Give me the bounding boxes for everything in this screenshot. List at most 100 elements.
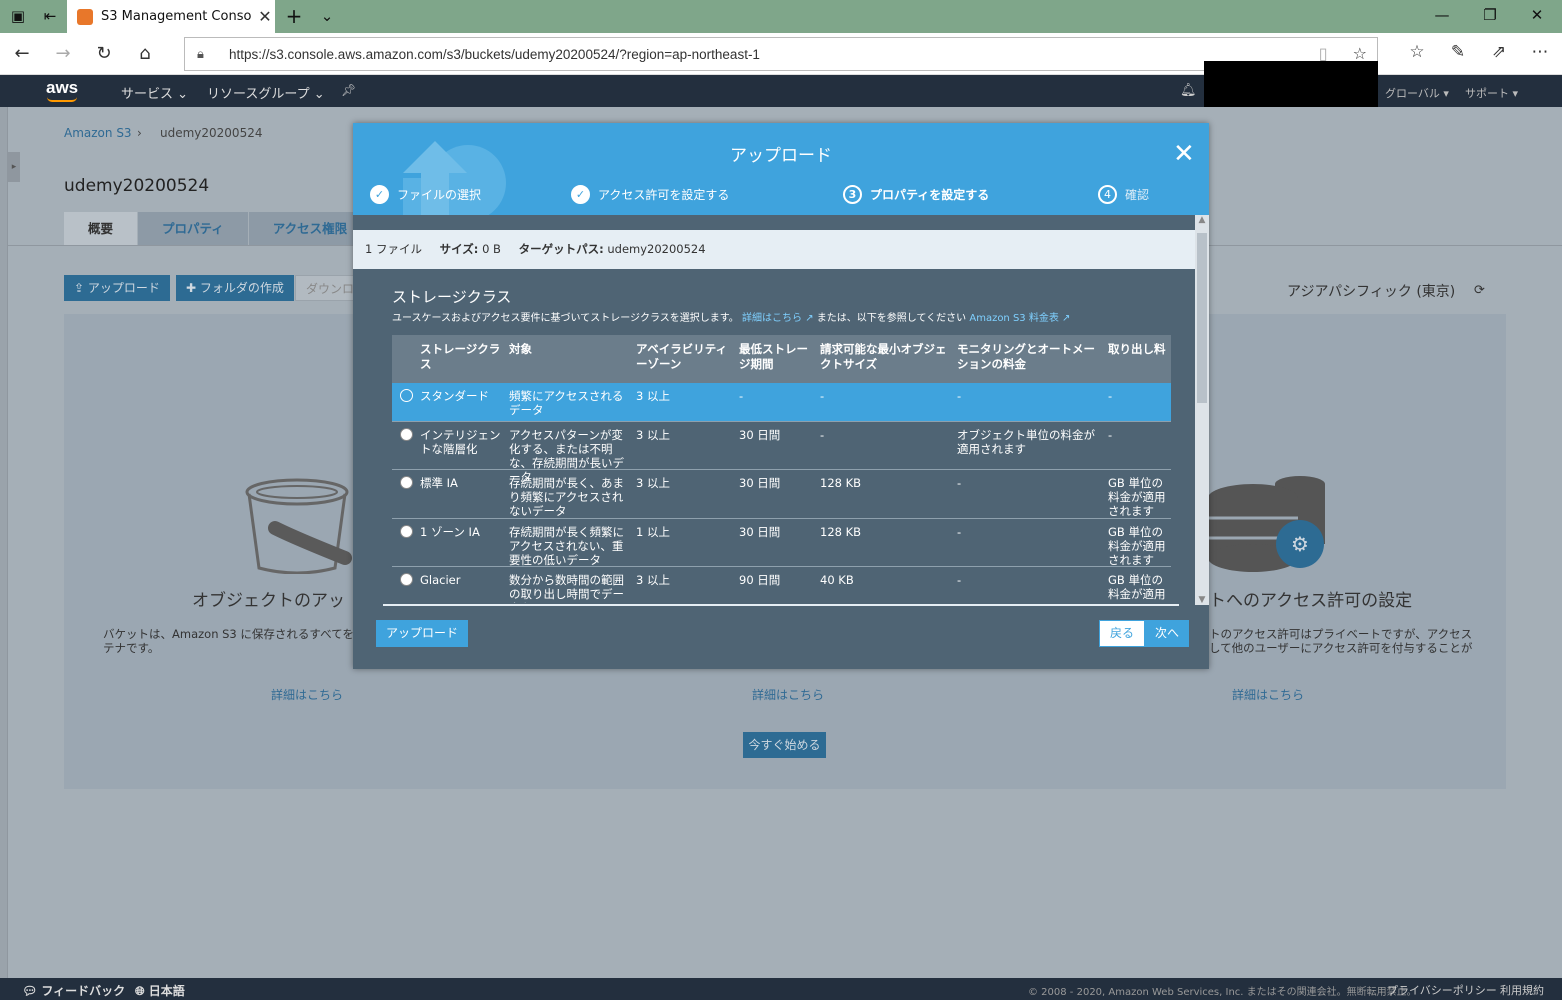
aws-footer: 💬︎ フィードバック 🌐︎ 日本語 © 2008 - 2020, Amazon …	[0, 978, 1562, 1000]
privacy-link[interactable]: プライバシーポリシー	[1387, 982, 1497, 998]
bucket-illustration-icon	[245, 478, 352, 574]
language-selector[interactable]: 🌐︎ 日本語	[135, 982, 185, 999]
modal-close-icon[interactable]: ✕	[1173, 141, 1195, 167]
cell-monitoring: -	[957, 389, 962, 403]
cell-monitoring: オブジェクト単位の料金が適用されます	[957, 428, 1095, 456]
step-3-number: 3	[843, 185, 862, 204]
cell-min-duration: 90 日間	[739, 573, 781, 587]
modal-next-button[interactable]: 次へ	[1145, 620, 1190, 647]
new-tab-icon[interactable]: +	[284, 6, 304, 26]
radio-intelligent-tiering[interactable]	[400, 428, 413, 441]
breadcrumb-separator: ›	[137, 126, 142, 140]
cell-name: 標準 IA	[420, 476, 458, 490]
bg-right-text-line2: して他のユーザーにアクセス許可を付与することが	[1209, 641, 1473, 655]
step-4-label: 確認	[1125, 188, 1150, 202]
create-folder-label: フォルダの作成	[199, 281, 284, 295]
cell-min-duration: 30 日間	[739, 476, 781, 490]
download-button[interactable]: ダウンロー	[295, 275, 355, 301]
cell-min-size: -	[820, 389, 825, 403]
cell-az: 1 以上	[636, 525, 670, 539]
radio-standard-ia[interactable]	[400, 476, 413, 489]
step-review[interactable]: 4 確認	[1098, 185, 1149, 204]
cell-name: スタンダード	[420, 389, 489, 403]
details-link[interactable]: 詳細はこちら ↗	[742, 313, 814, 324]
storage-class-desc-text: ユースケースおよびアクセス要件に基づいてストレージクラスを選択します。	[392, 313, 739, 324]
feedback-link[interactable]: 💬︎ フィードバック	[22, 982, 125, 999]
table-row[interactable]: スタンダード 頻繁にアクセスされるデータ 3 以上 - - - -	[392, 383, 1171, 422]
get-started-button[interactable]: 今すぐ始める	[743, 732, 826, 758]
table-row[interactable]: 1 ゾーン IA 存続期間が長く頻繁にアクセスされない、重要性の低いデータ 1 …	[392, 519, 1171, 567]
feedback-icon: 💬︎	[22, 984, 42, 998]
browser-tab-bar: ▣ ⇤ S3 Management Conso ✕ + ⌄ — ❐ ✕	[0, 0, 1562, 33]
favorites-icon[interactable]: ☆	[1405, 42, 1429, 62]
resource-groups-menu[interactable]: リソースグループ ⌄	[207, 83, 325, 102]
global-menu[interactable]: グローバル ▾	[1385, 85, 1449, 101]
terms-link[interactable]: 利用規約	[1500, 982, 1544, 998]
table-row[interactable]: インテリジェントな階層化 アクセスパターンが変化する、または不明な、存続期間が長…	[392, 422, 1171, 484]
step-2-check-icon: ✓	[571, 185, 590, 204]
url-field[interactable]: 🔒︎ https://s3.console.aws.amazon.com/s3/…	[184, 37, 1378, 71]
bg-right-link[interactable]: 詳細はこちら	[1232, 686, 1304, 703]
forward-arrow-icon[interactable]: →	[51, 42, 75, 66]
cell-monitoring: -	[957, 525, 962, 539]
set-tabs-aside-icon[interactable]: ⇤	[40, 6, 60, 26]
radio-one-zone-ia[interactable]	[400, 525, 413, 538]
cell-min-size: -	[820, 428, 825, 442]
radio-glacier[interactable]	[400, 573, 413, 586]
pin-icon[interactable]: 📌︎	[341, 83, 356, 97]
refresh-icon[interactable]: ⟳	[1474, 283, 1485, 298]
tab-overview[interactable]: 概要	[64, 212, 139, 246]
modal-back-button[interactable]: 戻る	[1099, 620, 1146, 647]
bg-middle-link[interactable]: 詳細はこちら	[752, 686, 824, 703]
window-close-icon[interactable]: ✕	[1527, 6, 1547, 24]
scroll-thumb[interactable]	[1197, 233, 1207, 403]
bg-left-text: バケットは、Amazon S3 に保存されるすべてを収納 テナです。	[103, 627, 377, 655]
region-label: アジアパシフィック (東京)	[1287, 284, 1456, 300]
step-select-files[interactable]: ✓ ファイルの選択	[370, 185, 481, 204]
bg-left-link[interactable]: 詳細はこちら	[271, 686, 343, 703]
step-properties[interactable]: 3 プロパティを設定する	[843, 185, 989, 204]
table-row[interactable]: 標準 IA 存続期間が長く、あまり頻繁にアクセスされないデータ 3 以上 30 …	[392, 470, 1171, 519]
cell-target: 数分から数時間の範囲の取り出し時間でデータを	[509, 573, 624, 603]
cell-az: 3 以上	[636, 573, 670, 587]
scroll-up-icon[interactable]: ▲	[1195, 215, 1209, 225]
radio-standard[interactable]	[400, 389, 413, 402]
upload-button-bg[interactable]: ⇪ アップロード	[64, 275, 170, 301]
cell-min-size: 128 KB	[820, 525, 862, 539]
refresh-icon[interactable]: ↻	[92, 42, 116, 66]
table-row[interactable]: Glacier 数分から数時間の範囲の取り出し時間でデータを 3 以上 90 日…	[392, 567, 1171, 603]
modal-upload-button[interactable]: アップロード	[376, 620, 469, 647]
restore-icon[interactable]: ❐	[1480, 6, 1500, 24]
modal-scrollbar[interactable]: ▲ ▼	[1195, 215, 1209, 605]
bg-right-text: トのアクセス許可はプライベートですが、アクセス して他のユーザーにアクセス許可を…	[1209, 627, 1472, 655]
scroll-down-icon[interactable]: ▼	[1195, 595, 1209, 605]
close-tab-icon[interactable]: ✕	[255, 7, 275, 26]
bucket-tabs: 概要 プロパティ アクセス権限	[64, 212, 373, 246]
home-icon[interactable]: ⌂	[133, 42, 157, 66]
database-permission-icon: ⚙	[1208, 476, 1325, 572]
more-icon[interactable]: ⋯	[1528, 42, 1552, 62]
cell-name: Glacier	[420, 573, 461, 587]
create-folder-button[interactable]: ✚ フォルダの作成	[176, 275, 294, 301]
tab-properties[interactable]: プロパティ	[138, 212, 249, 246]
target-path-label: ターゲットパス:	[518, 242, 604, 256]
col-storage-class: ストレージクラス	[420, 342, 501, 371]
minimize-icon[interactable]: —	[1432, 6, 1452, 24]
pen-icon[interactable]: ✎	[1446, 42, 1470, 62]
cell-retrieval: -	[1108, 389, 1113, 403]
browser-tab-s3[interactable]: S3 Management Conso ✕	[67, 0, 275, 33]
bg-left-text-line1: バケットは、Amazon S3 に保存されるすべてを収納	[103, 627, 377, 641]
bell-icon[interactable]: 🔔︎	[1180, 83, 1197, 98]
share-icon[interactable]: ⇗	[1487, 42, 1511, 62]
step-permissions[interactable]: ✓ アクセス許可を設定する	[571, 185, 729, 204]
aws-logo[interactable]: aws	[46, 78, 78, 102]
tab-list-chevron-icon[interactable]: ⌄	[317, 6, 337, 26]
breadcrumb-root[interactable]: Amazon S3	[64, 126, 132, 140]
cell-min-size: 128 KB	[820, 476, 862, 490]
back-arrow-icon[interactable]: ←	[10, 42, 34, 66]
expand-sidebar-icon[interactable]: ▸	[8, 152, 20, 182]
pricing-link[interactable]: Amazon S3 料金表 ↗	[969, 313, 1070, 324]
tab-actions-icon[interactable]: ▣	[8, 6, 28, 26]
support-menu[interactable]: サポート ▾	[1465, 85, 1518, 101]
services-menu[interactable]: サービス ⌄	[121, 83, 188, 102]
